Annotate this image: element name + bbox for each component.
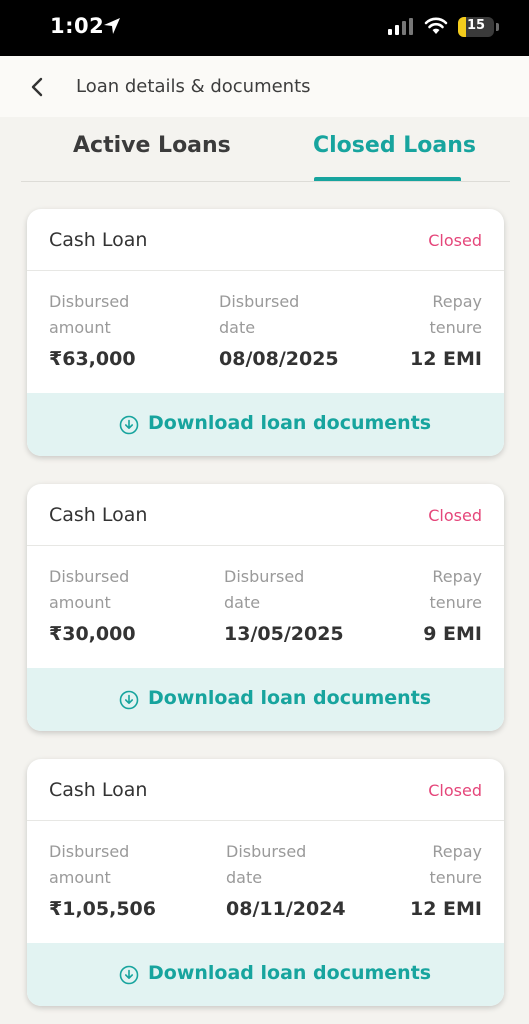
status-time: 1:02 <box>50 14 105 38</box>
loan-card[interactable]: Cash Loan Closed Disbursed amount Disbur… <box>27 759 504 1006</box>
disbursed-amount-value: ₹63,000 <box>49 348 136 370</box>
tab-closed-loans[interactable]: Closed Loans <box>313 133 476 158</box>
repay-tenure-value: 12 EMI <box>409 898 482 920</box>
repay-tenure-value: 9 EMI <box>423 623 482 645</box>
battery-level: 15 <box>466 18 486 33</box>
loan-card[interactable]: Cash Loan Closed Disbursed amount Disbur… <box>27 484 504 731</box>
download-documents-button[interactable]: Download loan documents <box>27 393 504 456</box>
download-circle-icon <box>119 690 139 710</box>
active-tab-indicator <box>314 177 461 181</box>
disbursed-date-label: Disbursed date <box>219 292 300 337</box>
loan-card[interactable]: Cash Loan Closed Disbursed amount Disbur… <box>27 209 504 456</box>
loan-card-header: Cash Loan Closed <box>27 484 504 546</box>
loan-tabs: Active Loans Closed Loans <box>21 117 510 182</box>
status-badge: Closed <box>428 506 482 525</box>
location-arrow-icon <box>104 18 120 34</box>
download-documents-label: Download loan documents <box>148 412 432 434</box>
loan-title: Cash Loan <box>49 229 148 251</box>
loan-title: Cash Loan <box>49 504 148 526</box>
loan-card-header: Cash Loan Closed <box>27 209 504 271</box>
status-bar: 1:02 15 <box>0 0 529 56</box>
status-badge: Closed <box>428 781 482 800</box>
cellular-signal-icon <box>388 18 413 35</box>
battery-icon: 15 <box>458 17 494 37</box>
disbursed-date-label: Disbursed date <box>226 842 307 887</box>
repay-tenure-value: 12 EMI <box>409 348 482 370</box>
page-header: Loan details & documents <box>0 56 529 117</box>
download-circle-icon <box>119 415 139 435</box>
disbursed-amount-label: Disbursed amount <box>49 567 130 612</box>
download-documents-label: Download loan documents <box>148 687 432 709</box>
repay-tenure-label: Repay tenure <box>429 567 482 612</box>
download-circle-icon <box>119 965 139 985</box>
loan-card-header: Cash Loan Closed <box>27 759 504 821</box>
tab-active-loans[interactable]: Active Loans <box>73 133 231 158</box>
disbursed-amount-value: ₹1,05,506 <box>49 898 156 920</box>
page-title: Loan details & documents <box>76 76 311 97</box>
disbursed-amount-value: ₹30,000 <box>49 623 136 645</box>
download-documents-label: Download loan documents <box>148 962 432 984</box>
repay-tenure-label: Repay tenure <box>429 292 482 337</box>
disbursed-amount-label: Disbursed amount <box>49 292 130 337</box>
download-documents-button[interactable]: Download loan documents <box>27 943 504 1006</box>
loan-title: Cash Loan <box>49 779 148 801</box>
disbursed-date-label: Disbursed date <box>224 567 305 612</box>
wifi-icon <box>424 17 448 34</box>
disbursed-date-value: 13/05/2025 <box>224 623 344 645</box>
back-chevron-icon[interactable] <box>30 77 44 97</box>
disbursed-date-value: 08/08/2025 <box>219 348 339 370</box>
download-documents-button[interactable]: Download loan documents <box>27 668 504 731</box>
disbursed-amount-label: Disbursed amount <box>49 842 130 887</box>
disbursed-date-value: 08/11/2024 <box>226 898 346 920</box>
status-badge: Closed <box>428 231 482 250</box>
repay-tenure-label: Repay tenure <box>429 842 482 887</box>
battery-cap <box>496 23 499 31</box>
